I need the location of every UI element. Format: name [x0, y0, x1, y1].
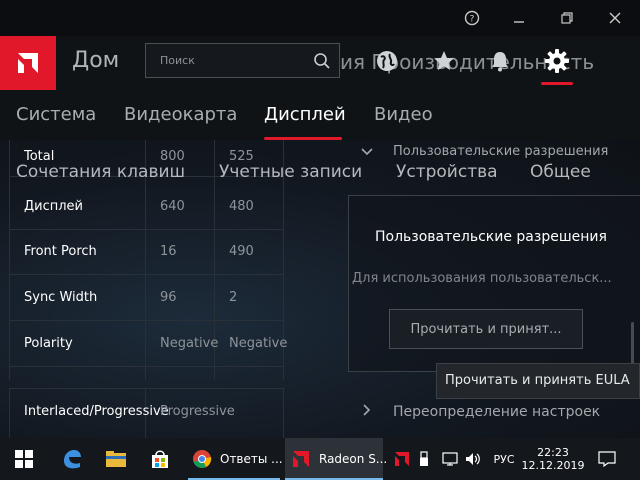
row-value-1: Progressive — [160, 404, 235, 419]
minimize-icon[interactable] — [496, 0, 542, 36]
tab-system[interactable]: Система — [16, 104, 96, 125]
radeon-icon — [291, 449, 311, 469]
table-row: Polarity Negative Negative — [9, 321, 288, 367]
gear-icon[interactable] — [544, 48, 570, 74]
main-header: Дом ия Производительность — [0, 36, 640, 90]
gear-active-indicator — [541, 82, 573, 85]
custom-resolutions-card-title: Пользовательские разрешения — [375, 229, 607, 245]
taskbar-app-label: Ответы ... — [220, 452, 283, 466]
table-divider — [283, 389, 284, 438]
row-value-2: 490 — [229, 244, 254, 259]
edge-browser-icon[interactable] — [52, 438, 92, 480]
chevron-down-icon[interactable] — [360, 144, 374, 163]
svg-text:?: ? — [470, 15, 475, 25]
clock[interactable]: 22:23 12.12.2019 — [521, 438, 585, 480]
row-value-2: Negative — [229, 336, 288, 351]
tab-video[interactable]: Видео — [374, 104, 433, 125]
read-and-accept-button[interactable]: Прочитать и принят... — [389, 309, 583, 349]
chrome-icon — [192, 449, 212, 469]
custom-resolutions-card: Пользовательские разрешения Для использо… — [348, 195, 640, 372]
custom-resolutions-section-title[interactable]: Пользовательские разрешения — [393, 144, 608, 159]
language-indicator[interactable]: РУС — [488, 438, 520, 480]
table-row: Front Porch 16 490 — [9, 229, 284, 275]
windows-taskbar: Ответы ... Radeon S... РУС 22:23 12.12.2… — [0, 438, 640, 480]
table-row: Дисплей 640 480 — [9, 184, 284, 230]
row-value-1: 640 — [160, 199, 185, 214]
tab-graphics-card[interactable]: Видеокарта — [124, 104, 237, 125]
windows-start-icon[interactable] — [4, 438, 44, 480]
row-label: Interlaced/Progressive — [24, 404, 169, 419]
override-settings-label[interactable]: Переопределение настроек — [393, 404, 600, 420]
amd-logo-icon[interactable] — [0, 36, 56, 90]
subtab-accounts[interactable]: Учетные записи — [219, 162, 362, 182]
store-icon[interactable] — [140, 438, 180, 480]
row-label: Polarity — [24, 336, 73, 351]
bell-icon[interactable] — [487, 48, 513, 74]
row-value-1: Negative — [160, 336, 219, 351]
taskbar-app-chrome[interactable]: Ответы ... — [188, 438, 283, 480]
search-box[interactable] — [145, 43, 340, 78]
notification-icon[interactable] — [592, 438, 622, 480]
row-value-1: 16 — [160, 244, 177, 259]
network-icon[interactable] — [441, 438, 459, 480]
taskbar-app-radeon[interactable]: Radeon S... — [285, 438, 387, 480]
search-icon[interactable] — [313, 52, 331, 74]
row-value-2: 2 — [229, 290, 238, 305]
tab-display[interactable]: Дисплей — [264, 104, 346, 125]
title-bar: ? — [0, 0, 640, 36]
volume-icon[interactable] — [464, 438, 482, 480]
subtab-general[interactable]: Общее — [530, 162, 591, 182]
close-icon[interactable] — [592, 0, 638, 36]
table-divider — [9, 389, 10, 438]
subtab-shortcuts[interactable]: Сочетания клавиш — [16, 162, 185, 182]
home-label[interactable]: Дом — [72, 48, 119, 73]
clock-time: 22:23 — [537, 446, 569, 459]
file-explorer-icon[interactable] — [96, 438, 136, 480]
globe-icon[interactable] — [374, 48, 400, 74]
clock-date: 12.12.2019 — [521, 459, 585, 472]
row-value-2: 480 — [229, 199, 254, 214]
row-label: Sync Width — [24, 290, 98, 305]
row-label: Дисплей — [24, 199, 84, 214]
row-value-1: 96 — [160, 290, 177, 305]
help-circle-icon[interactable]: ? — [449, 0, 495, 36]
chevron-right-icon[interactable] — [360, 402, 374, 421]
restore-icon[interactable] — [544, 0, 590, 36]
radeon-tray-icon[interactable] — [392, 438, 412, 480]
taskbar-app-label: Radeon S... — [319, 452, 388, 466]
row-label: Front Porch — [24, 244, 97, 259]
settings-tabs: Система Видеокарта Дисплей Видео — [0, 92, 640, 140]
eula-tooltip: Прочитать и принять EULA — [436, 363, 640, 399]
custom-resolutions-description: Для использования пользовательск... — [352, 271, 612, 286]
search-input[interactable] — [146, 44, 306, 77]
subtab-devices[interactable]: Устройства — [396, 162, 498, 182]
table-row: Sync Width 96 2 — [9, 275, 284, 321]
star-icon[interactable] — [431, 48, 457, 74]
usb-icon[interactable] — [416, 438, 432, 480]
interlaced-table: Interlaced/Progressive Progressive — [9, 388, 284, 438]
